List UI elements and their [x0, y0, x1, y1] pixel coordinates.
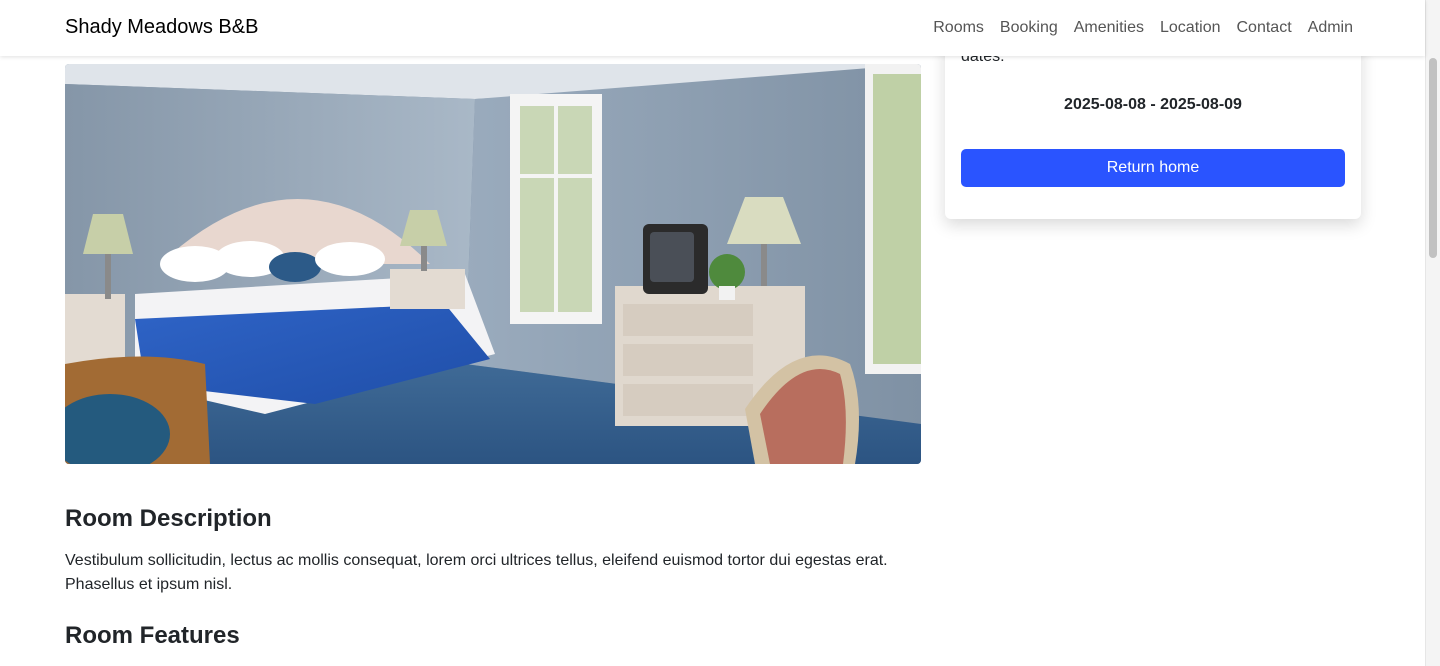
nav-link-location[interactable]: Location: [1152, 18, 1229, 38]
nav-link-contact[interactable]: Contact: [1229, 18, 1300, 38]
page: Shady Meadows B&B Rooms Booking Amenitie…: [0, 0, 1440, 666]
nav-link-amenities[interactable]: Amenities: [1066, 18, 1152, 38]
room-illustration: [65, 64, 921, 464]
brand-logo-link[interactable]: Shady Meadows B&B: [65, 16, 258, 39]
nav-links: Rooms Booking Amenities Location Contact…: [925, 18, 1353, 38]
booking-dates: 2025-08-08 - 2025-08-09: [1064, 96, 1242, 113]
nav-link-rooms[interactable]: Rooms: [925, 18, 992, 38]
room-description-text: Vestibulum sollicitudin, lectus ac molli…: [65, 552, 888, 593]
room-image: [65, 64, 921, 464]
room-features-heading: Room Features: [65, 622, 240, 649]
nav-link-booking[interactable]: Booking: [992, 18, 1066, 38]
vertical-scrollbar[interactable]: [1425, 0, 1440, 666]
return-home-button[interactable]: Return home: [961, 149, 1345, 187]
navbar: Shady Meadows B&B Rooms Booking Amenitie…: [0, 0, 1425, 56]
scrollbar-thumb[interactable]: [1429, 58, 1437, 258]
nav-link-admin[interactable]: Admin: [1300, 18, 1353, 38]
room-description-heading: Room Description: [65, 505, 272, 532]
